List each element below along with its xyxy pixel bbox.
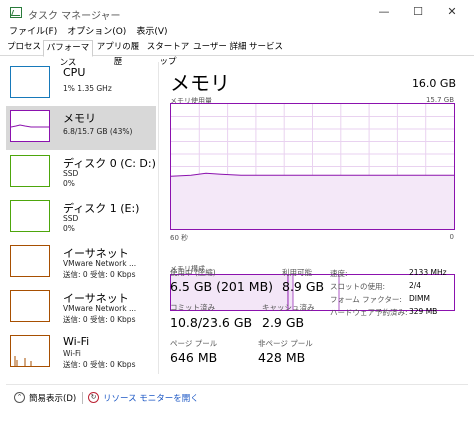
in-use-value: 6.5 GB (201 MB)	[170, 279, 274, 294]
memory-usage-chart	[171, 104, 454, 229]
menu-view[interactable]: 表示(V)	[131, 25, 172, 39]
resource-monitor-icon[interactable]: ↻	[88, 392, 99, 403]
fewer-details-button[interactable]: 簡易表示(D)	[29, 392, 76, 404]
detail-title: メモリ	[170, 71, 230, 95]
menu-options[interactable]: オプション(O)	[62, 25, 131, 39]
resource-ethernet-2[interactable]: イーサネット VMware Network ... 送信: 0 受信: 0 Kb…	[6, 286, 156, 330]
paged-pool-value: 646 MB	[170, 350, 218, 365]
memory-thumbnail-graph	[10, 124, 49, 128]
nonpaged-pool-value: 428 MB	[258, 350, 306, 365]
maximize-button[interactable]: ☐	[408, 4, 428, 20]
minimize-button[interactable]: —	[374, 4, 394, 20]
available-value: 8.9 GB	[282, 279, 325, 294]
memory-thumbnail	[10, 110, 50, 142]
slots-value: 2/4	[409, 281, 422, 290]
available-label: 利用可能	[282, 268, 312, 277]
resource-detail: 1% 1.35 GHz	[63, 84, 112, 93]
task-manager-window: タスク マネージャー — ☐ ✕ ファイル(F) オプション(O) 表示(V) …	[0, 0, 474, 421]
resource-detail: 6.8/15.7 GB (43%)	[63, 127, 133, 136]
ethernet-2-thumbnail	[10, 290, 50, 322]
resource-throughput: 送信: 0 受信: 0 Kbps	[63, 315, 136, 324]
resource-usage: 0%	[63, 224, 75, 233]
resource-disk-0[interactable]: ディスク 0 (C: D:) SSD 0%	[6, 151, 156, 195]
pane-divider	[158, 62, 159, 374]
tab-app-history[interactable]: アプリの履歴	[93, 40, 143, 67]
close-button[interactable]: ✕	[442, 4, 462, 20]
tab-startup[interactable]: スタートアップ	[143, 40, 193, 67]
slots-key: スロットの使用:	[330, 282, 386, 291]
disk-0-thumbnail	[10, 155, 50, 187]
memory-usage-graph	[170, 103, 455, 230]
cached-label: キャッシュ済み	[262, 303, 315, 312]
resource-detail: Wi-Fi	[63, 349, 81, 358]
resource-disk-1[interactable]: ディスク 1 (E:) SSD 0%	[6, 196, 156, 240]
speed-key: 速度:	[330, 269, 348, 278]
task-manager-icon	[10, 7, 22, 18]
nonpaged-pool-label: 非ページ プール	[258, 339, 313, 348]
menu-bar: ファイル(F) オプション(O) 表示(V)	[4, 25, 173, 39]
usage-area	[171, 173, 454, 229]
in-use-label: 使用中 (圧縮)	[170, 268, 216, 277]
resource-cpu[interactable]: CPU 1% 1.35 GHz	[6, 62, 156, 106]
committed-value: 10.8/23.6 GB	[170, 315, 253, 330]
form-factor-key: フォーム ファクター:	[330, 295, 402, 304]
ethernet-1-thumbnail	[10, 245, 50, 277]
tab-users[interactable]: ユーザー	[193, 40, 227, 56]
axis-start-label: 60 秒	[170, 234, 189, 242]
wifi-thumbnail-graph	[14, 356, 32, 366]
axis-end-label: 0	[449, 233, 454, 241]
resource-name: メモリ	[63, 112, 96, 125]
window-title: タスク マネージャー	[28, 11, 121, 22]
resource-wifi[interactable]: Wi-Fi Wi-Fi 送信: 0 受信: 0 Kbps	[6, 331, 156, 374]
tab-processes[interactable]: プロセス	[5, 40, 43, 56]
menu-file[interactable]: ファイル(F)	[4, 25, 62, 39]
memory-total: 16.0 GB	[411, 77, 456, 90]
title-bar: タスク マネージャー — ☐ ✕	[0, 0, 474, 26]
resource-detail: VMware Network ...	[63, 259, 137, 268]
disk-1-thumbnail	[10, 200, 50, 232]
resource-detail: SSD	[63, 214, 79, 223]
resource-throughput: 送信: 0 受信: 0 Kbps	[63, 270, 136, 279]
resource-name: Wi-Fi	[63, 335, 90, 348]
footer-bar: ⌃ 簡易表示(D) ↻ リソース モニターを開く	[0, 384, 474, 410]
cached-value: 2.9 GB	[262, 315, 305, 330]
speed-value: 2133 MHz	[409, 268, 447, 277]
hardware-reserved-value: 329 MB	[409, 307, 438, 316]
resource-monitor-link[interactable]: リソース モニターを開く	[103, 392, 199, 404]
resource-detail: SSD	[63, 169, 79, 178]
tab-services[interactable]: サービス	[249, 40, 283, 56]
footer-separator	[82, 392, 83, 404]
resource-name: CPU	[63, 66, 86, 79]
resource-throughput: 送信: 0 受信: 0 Kbps	[63, 360, 136, 369]
resource-ethernet-1[interactable]: イーサネット VMware Network ... 送信: 0 受信: 0 Kb…	[6, 241, 156, 285]
tab-performance[interactable]: パフォーマンス	[43, 40, 93, 68]
resource-usage: 0%	[63, 179, 75, 188]
resource-list: CPU 1% 1.35 GHz メモリ 6.8/15.7 GB (43%) ディ…	[6, 62, 156, 374]
form-factor-value: DIMM	[409, 294, 430, 303]
committed-label: コミット済み	[170, 303, 215, 312]
hardware-reserved-key: ハードウェア予約済み:	[330, 308, 408, 317]
cpu-thumbnail	[10, 66, 50, 98]
resource-memory[interactable]: メモリ 6.8/15.7 GB (43%)	[6, 106, 156, 150]
chevron-up-icon[interactable]: ⌃	[14, 392, 25, 403]
wifi-thumbnail	[10, 335, 50, 367]
paged-pool-label: ページ プール	[170, 339, 218, 348]
tab-bar: プロセス パフォーマンス アプリの履歴 スタートアップ ユーザー 詳細 サービス	[0, 40, 474, 68]
tab-details[interactable]: 詳細	[227, 40, 249, 56]
footer-divider	[6, 384, 468, 385]
resource-detail: VMware Network ...	[63, 304, 137, 313]
